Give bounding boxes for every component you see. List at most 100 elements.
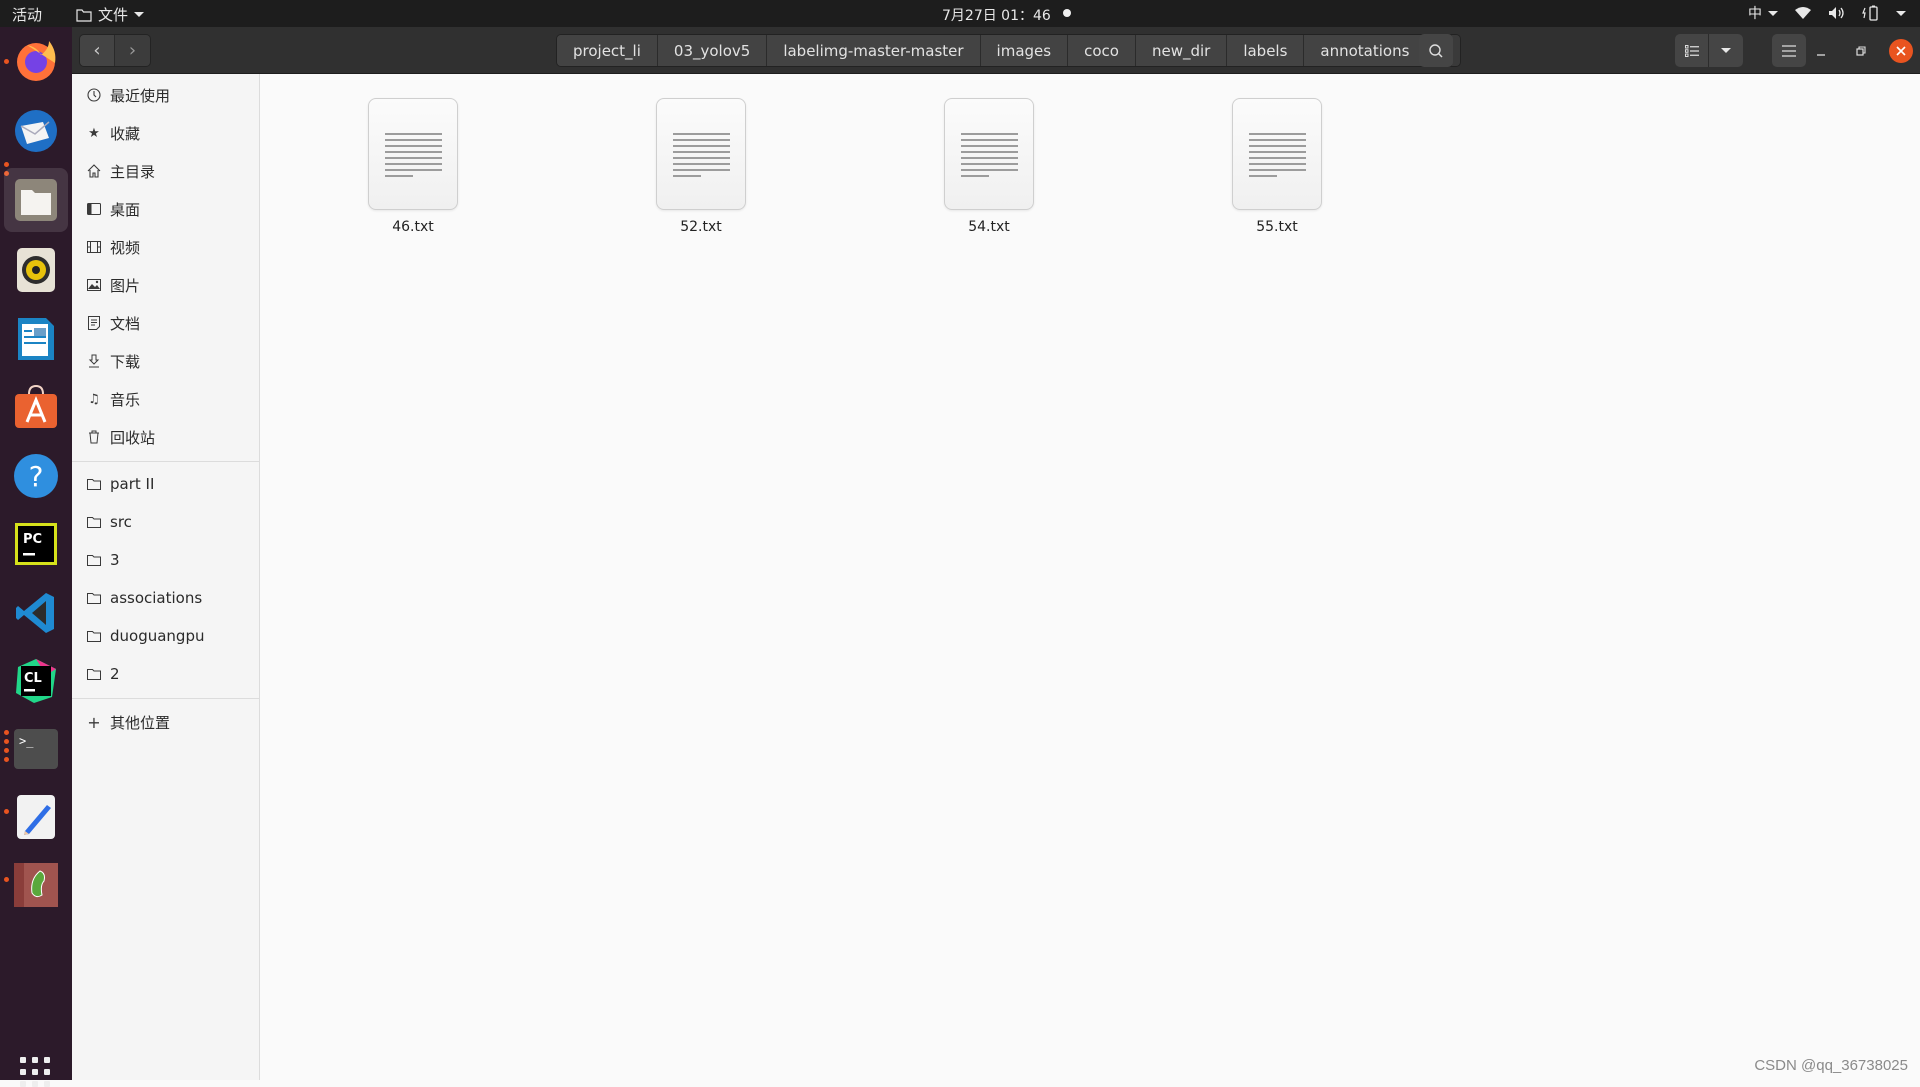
file-item[interactable]: 55.txt	[1207, 98, 1347, 235]
thunderbird-icon	[15, 110, 57, 152]
writer-icon	[18, 318, 54, 360]
minimize-icon	[1817, 54, 1825, 56]
dock-rhythmbox[interactable]	[12, 246, 60, 294]
breadcrumb-label: 03_yolov5	[673, 41, 751, 60]
sidebar-item-pictures[interactable]: 图片	[72, 266, 259, 304]
sidebar-item-starred[interactable]: ★ 收藏	[72, 114, 259, 152]
sidebar-item-recent[interactable]: 最近使用	[72, 76, 259, 114]
breadcrumb-new_dir[interactable]: new_dir	[1135, 35, 1228, 66]
close-button[interactable]	[1889, 39, 1913, 63]
star-icon: ★	[88, 125, 100, 141]
breadcrumb-coco[interactable]: coco	[1068, 35, 1136, 66]
dock-vscode[interactable]	[12, 589, 60, 637]
dock-files[interactable]	[4, 168, 68, 232]
navigation-buttons: ‹ ›	[79, 34, 151, 67]
sidebar-bookmark-2[interactable]: 2	[72, 655, 259, 693]
chevron-down-icon	[134, 12, 145, 17]
file-item[interactable]: 46.txt	[343, 98, 483, 235]
sidebar-item-label: 音乐	[110, 390, 141, 409]
dock-libreoffice-writer[interactable]	[12, 315, 60, 363]
maximize-button[interactable]	[1849, 39, 1873, 63]
running-indicator	[4, 748, 9, 753]
sidebar-item-label: 其他位置	[110, 713, 171, 732]
sidebar-item-other-locations[interactable]: + 其他位置	[72, 703, 259, 741]
file-view[interactable]: 46.txt 52.txt 54.txt 55.txt CSDN @qq_367…	[261, 74, 1920, 1080]
hamburger-icon	[1782, 44, 1796, 57]
sidebar-bookmark-associations[interactable]: associations	[72, 579, 259, 617]
dock-help[interactable]: ?	[12, 452, 60, 500]
dock-ubuntu-software[interactable]	[12, 383, 60, 431]
view-options	[1675, 34, 1743, 67]
file-item[interactable]: 54.txt	[919, 98, 1059, 235]
dock-pycharm[interactable]: PC	[12, 520, 60, 568]
list-view-button[interactable]	[1675, 34, 1709, 67]
dock-firefox[interactable]	[12, 36, 60, 84]
path-bar-end	[1452, 35, 1461, 66]
clock[interactable]: 7月27日 01：46	[942, 5, 1051, 25]
file-item[interactable]: 52.txt	[631, 98, 771, 235]
activities-button[interactable]: 活动	[12, 4, 42, 25]
path-bar: project_li 03_yolov5 labelimg-master-mas…	[556, 34, 1462, 67]
restore-icon	[1856, 46, 1866, 56]
sidebar-item-downloads[interactable]: 下载	[72, 342, 259, 380]
sidebar-item-home[interactable]: 主目录	[72, 152, 259, 190]
sidebar-item-label: 桌面	[110, 200, 141, 219]
pycharm-icon: PC	[15, 523, 57, 565]
music-icon: ♫	[88, 391, 100, 407]
battery-icon	[1862, 5, 1878, 21]
main-menu-button[interactable]	[1772, 34, 1806, 67]
breadcrumb-images[interactable]: images	[980, 35, 1069, 66]
sidebar-item-label: 视频	[110, 238, 141, 257]
dock-terminal[interactable]: >_	[12, 725, 60, 773]
breadcrumb-03_yolov5[interactable]: 03_yolov5	[657, 35, 768, 66]
breadcrumb-labels[interactable]: labels	[1227, 35, 1305, 66]
sidebar-bookmark-src[interactable]: src	[72, 503, 259, 541]
breadcrumb-project_li[interactable]: project_li	[557, 35, 658, 66]
sidebar-item-label: 回收站	[110, 428, 156, 447]
running-indicator	[4, 809, 9, 814]
sidebar-bookmark-3[interactable]: 3	[72, 541, 259, 579]
svg-text:CL: CL	[24, 671, 42, 686]
forward-button[interactable]: ›	[115, 35, 150, 66]
file-name: 55.txt	[1256, 219, 1298, 235]
sidebar-item-label: 下载	[110, 352, 141, 371]
svg-text:PC: PC	[23, 532, 42, 547]
search-icon	[1429, 43, 1443, 58]
search-button[interactable]	[1419, 34, 1453, 67]
sidebar-item-trash[interactable]: 回收站	[72, 418, 259, 456]
running-indicator	[4, 162, 9, 167]
sidebar-bookmark-duoguangpu[interactable]: duoguangpu	[72, 617, 259, 655]
sidebar-item-desktop[interactable]: 桌面	[72, 190, 259, 228]
running-indicator	[4, 739, 9, 744]
view-options-dropdown[interactable]	[1709, 34, 1743, 67]
file-name: 46.txt	[392, 219, 434, 235]
sidebar-item-music[interactable]: ♫ 音乐	[72, 380, 259, 418]
vscode-icon	[16, 593, 54, 633]
show-applications-button[interactable]	[20, 1057, 50, 1087]
folder-icon	[86, 628, 102, 644]
folder-icon	[86, 514, 102, 530]
download-icon	[86, 353, 102, 369]
sidebar-bookmark-part-ii[interactable]: part II	[72, 465, 259, 503]
sidebar-item-label: 收藏	[110, 124, 141, 143]
sidebar-item-documents[interactable]: 文档	[72, 304, 259, 342]
svg-text:>_: >_	[19, 734, 34, 748]
breadcrumb-label: images	[996, 41, 1052, 60]
running-indicator	[4, 877, 9, 882]
back-button[interactable]: ‹	[80, 35, 115, 66]
sidebar-item-label: 文档	[110, 314, 141, 333]
dock-clion[interactable]: CL	[12, 657, 60, 705]
input-method-indicator[interactable]: 中	[1748, 3, 1778, 23]
sidebar-item-label: duoguangpu	[110, 627, 205, 645]
system-tray[interactable]: 中	[1748, 3, 1906, 23]
dock-text-editor[interactable]	[12, 793, 60, 841]
sidebar-item-videos[interactable]: 视频	[72, 228, 259, 266]
app-menu[interactable]: 文件	[76, 4, 145, 25]
dock-image-viewer[interactable]	[12, 861, 60, 909]
notification-dot-icon	[1063, 9, 1071, 17]
minimize-button[interactable]	[1809, 39, 1833, 63]
chevron-down-icon	[1896, 10, 1906, 16]
breadcrumb-labelimg-master-master[interactable]: labelimg-master-master	[767, 35, 981, 66]
breadcrumb-label: labels	[1243, 41, 1288, 60]
dock-thunderbird[interactable]	[12, 107, 60, 155]
